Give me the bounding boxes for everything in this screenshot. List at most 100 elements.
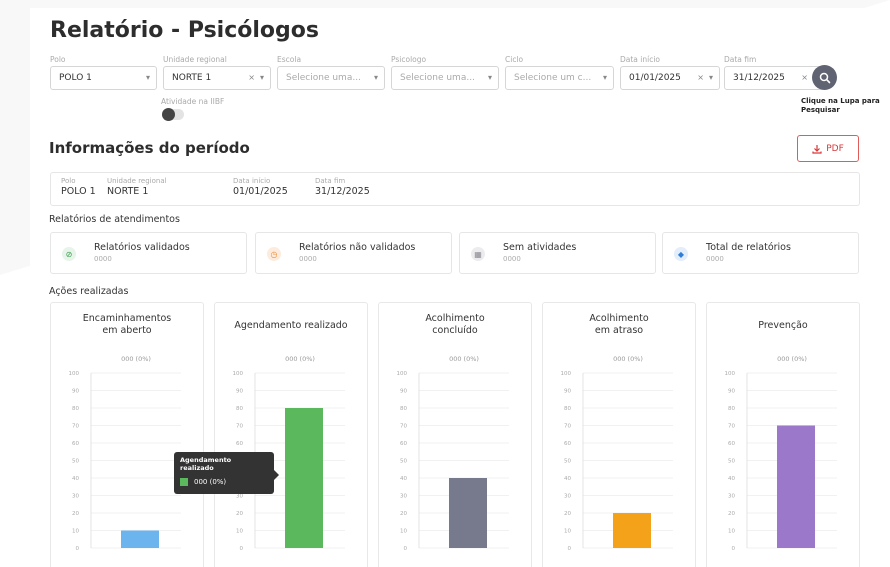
y-tick-label: 70 (236, 424, 243, 430)
info-label: Polo (61, 177, 76, 185)
clear-icon[interactable]: × (697, 73, 704, 82)
filter-label: Psicologo (391, 55, 427, 64)
download-icon (812, 144, 822, 154)
bar-chart: 000 (0%) 0 10 20 30 40 50 60 70 80 90 100 (725, 355, 837, 552)
chart-card: Agendamento realizado000 (0%)01020304050… (214, 302, 368, 567)
y-tick-label: 90 (72, 389, 79, 395)
chart-title-line: em aberto (102, 325, 152, 336)
chart-title: Acolhimento em atraso (543, 313, 695, 337)
toggle-knob (162, 108, 175, 121)
info-value: 01/01/2025 (233, 186, 288, 197)
escola-select[interactable]: Selecione uma... ▾ (277, 66, 385, 90)
clear-icon[interactable]: × (801, 73, 808, 82)
chart-title: Acolhimento concluído (379, 313, 531, 337)
chart-bar[interactable] (777, 425, 815, 549)
chart-card: Acolhimento concluído 000 (0%) 0 10 20 30 40 50 6… (378, 302, 532, 567)
bar-chart: 000 (0%) 0 10 20 30 40 50 60 70 80 90 100 (561, 355, 673, 552)
clear-and-chevron: × ▾ (248, 67, 264, 89)
psicologo-select[interactable]: Selecione uma... ▾ (391, 66, 499, 90)
search-hint: Clique na Lupa para Pesquisar (801, 97, 880, 114)
stat-count: 0000 (299, 255, 317, 263)
calendar-icon: ▦ (471, 247, 485, 261)
chart-bar[interactable] (613, 513, 651, 548)
info-label: Data fim (315, 177, 346, 185)
data-inicio-select[interactable]: 01/01/2025 × ▾ (620, 66, 720, 90)
page: Relatório - Psicólogos Polo POLO 1 ▾ Uni… (30, 8, 880, 567)
clock-icon: ◷ (267, 247, 281, 261)
y-tick-label: 0 (240, 546, 244, 552)
filter-escola: Escola Selecione uma... ▾ (277, 54, 385, 90)
y-tick-label: 50 (728, 459, 735, 465)
pdf-button[interactable]: PDF (797, 135, 859, 162)
chart-data-label: 000 (0%) (121, 355, 151, 363)
activity-toggle[interactable] (162, 108, 184, 121)
polo-select[interactable]: POLO 1 ▾ (50, 66, 157, 90)
tooltip-title: Agendamento realizado (180, 456, 268, 472)
ciclo-select[interactable]: Selecione um c... ▾ (505, 66, 614, 90)
y-tick-label: 90 (728, 389, 735, 395)
tooltip-row: 000 (0%) (180, 478, 268, 486)
stat-label: Sem atividades (503, 242, 577, 253)
y-tick-label: 10 (400, 529, 407, 535)
chart-title: Encaminhamentos em aberto (51, 313, 203, 337)
data-fim-select[interactable]: 31/12/2025 × ▾ (724, 66, 824, 90)
reports-title: Relatórios de atendimentos (49, 214, 180, 225)
chart-data-label: 000 (0%) (777, 355, 807, 363)
search-button[interactable] (812, 65, 837, 90)
y-tick-label: 40 (72, 476, 79, 482)
chart-bar[interactable] (449, 478, 487, 548)
layers-icon: ◆ (674, 247, 688, 261)
filter-unidade: Unidade regional NORTE 1 × ▾ (163, 54, 271, 90)
y-tick-label: 90 (400, 389, 407, 395)
stat-label: Total de relatórios (706, 242, 791, 253)
y-tick-label: 90 (564, 389, 571, 395)
chart-data-label: 000 (0%) (285, 355, 315, 363)
stat-card[interactable]: ▦ Sem atividades 0000 (459, 232, 656, 274)
filter-value: Selecione um c... (514, 73, 592, 83)
y-tick-label: 20 (236, 511, 243, 517)
filter-value: Selecione uma... (400, 73, 475, 83)
chart-card: Acolhimento em atraso 000 (0%) 0 10 20 30 40 50 6… (542, 302, 696, 567)
chart-title: Prevenção (707, 320, 859, 332)
chart-card: Prevenção 000 (0%) 0 10 20 30 40 50 60 70 80 90 100 (706, 302, 860, 567)
y-tick-label: 70 (564, 424, 571, 430)
y-tick-label: 50 (564, 459, 571, 465)
pdf-label: PDF (826, 143, 844, 154)
info-label: Data início (233, 177, 271, 185)
y-tick-label: 0 (568, 546, 572, 552)
info-value: 31/12/2025 (315, 186, 370, 197)
chart-title-line: Agendamento realizado (234, 320, 348, 331)
y-tick-label: 100 (561, 371, 572, 377)
y-tick-label: 80 (236, 406, 243, 412)
y-tick-label: 20 (400, 511, 407, 517)
toggle-label: Atividade na IIBF (161, 97, 225, 106)
chart-bar[interactable] (121, 530, 159, 549)
chart-bar[interactable] (285, 408, 323, 548)
y-tick-label: 30 (236, 494, 243, 500)
chart-tooltip: Agendamento realizado 000 (0%) (174, 452, 279, 494)
stat-card[interactable]: ⊘ Relatórios validados 0000 (50, 232, 247, 274)
stat-card[interactable]: ◆ Total de relatórios 0000 (662, 232, 859, 274)
chart-title-line: concluído (432, 325, 478, 336)
chevron-down-icon: ▾ (259, 73, 264, 82)
filter-value: Selecione uma... (286, 73, 361, 83)
page-title: Relatório - Psicólogos (50, 18, 319, 43)
y-tick-label: 10 (564, 529, 571, 535)
chart-title-line: em atraso (594, 325, 644, 336)
chevron-down-icon: ▾ (602, 73, 607, 82)
clear-icon[interactable]: × (248, 73, 255, 82)
y-tick-label: 60 (728, 441, 735, 447)
y-tick-label: 20 (72, 511, 79, 517)
filter-label: Polo (50, 55, 66, 64)
filter-label: Ciclo (505, 55, 524, 64)
chart-title: Agendamento realizado (215, 320, 367, 332)
y-tick-label: 80 (564, 406, 571, 412)
info-data-inicio: Data início 01/01/2025 (233, 177, 288, 197)
chart-title-line: Acolhimento (425, 313, 485, 324)
y-tick-label: 50 (72, 459, 79, 465)
y-tick-label: 0 (76, 546, 80, 552)
chart-data-label: 000 (0%) (613, 355, 643, 363)
unidade-select[interactable]: NORTE 1 × ▾ (163, 66, 271, 90)
chart-title-line: Acolhimento (589, 313, 649, 324)
stat-card[interactable]: ◷ Relatórios não validados 0000 (255, 232, 452, 274)
